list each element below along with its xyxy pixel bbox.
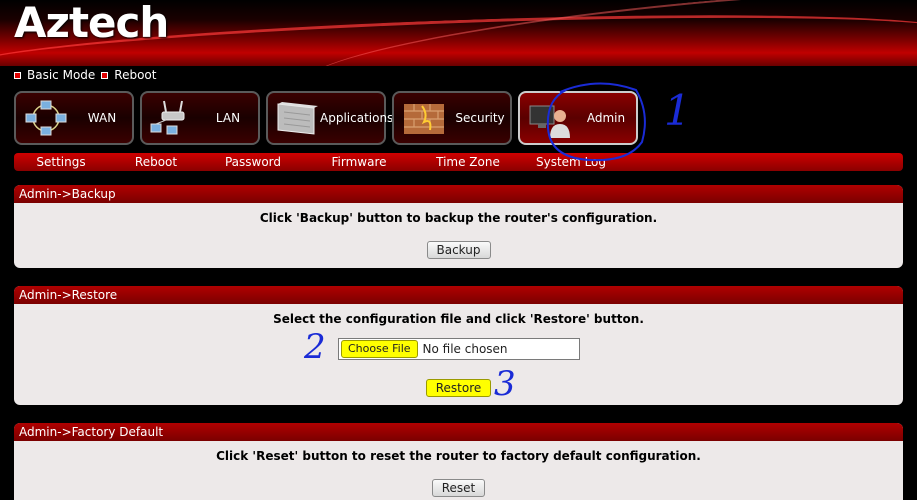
config-file-input[interactable]: Choose File No file chosen bbox=[338, 338, 580, 360]
header-banner: Aztech bbox=[0, 0, 917, 66]
basic-mode-link[interactable]: Basic Mode bbox=[14, 68, 95, 82]
subnav-firmware[interactable]: Firmware bbox=[302, 155, 416, 169]
tab-wan-label: WAN bbox=[87, 111, 117, 125]
tab-lan[interactable]: LAN bbox=[140, 91, 260, 145]
tab-wan[interactable]: WAN bbox=[14, 91, 134, 145]
reset-button[interactable]: Reset bbox=[431, 479, 486, 497]
applications-icon bbox=[272, 96, 320, 140]
tab-security-label: Security bbox=[455, 111, 505, 125]
bullet-icon bbox=[101, 71, 109, 79]
annotation-circle bbox=[546, 82, 646, 162]
reboot-link[interactable]: Reboot bbox=[101, 68, 156, 82]
subnav-settings[interactable]: Settings bbox=[14, 155, 108, 169]
restore-message: Select the configuration file and click … bbox=[273, 312, 644, 326]
tab-applications-label: Applications bbox=[320, 111, 394, 125]
backup-message: Click 'Backup' button to backup the rout… bbox=[259, 211, 658, 225]
wan-network-icon bbox=[20, 96, 72, 140]
basic-mode-label: Basic Mode bbox=[27, 68, 96, 82]
quick-links: Basic Mode Reboot bbox=[14, 67, 156, 83]
tab-security[interactable]: Security bbox=[392, 91, 512, 145]
brand-logo: Aztech bbox=[14, 0, 169, 47]
annotation-1: 1 bbox=[664, 86, 691, 135]
file-status: No file chosen bbox=[422, 342, 508, 356]
subnav-password[interactable]: Password bbox=[204, 155, 302, 169]
reboot-label: Reboot bbox=[114, 68, 157, 82]
factory-panel-title: Admin->Factory Default bbox=[14, 423, 903, 441]
backup-button[interactable]: Backup bbox=[426, 241, 491, 259]
bullet-icon bbox=[14, 71, 21, 79]
tab-applications[interactable]: Applications bbox=[266, 91, 393, 145]
factory-default-panel: Admin->Factory Default Click 'Reset' but… bbox=[14, 423, 903, 500]
lan-router-icon bbox=[146, 96, 198, 140]
restore-button[interactable]: Restore bbox=[425, 379, 492, 397]
factory-message: Click 'Reset' button to reset the router… bbox=[216, 449, 701, 463]
annotation-3: 3 bbox=[494, 364, 516, 404]
subnav-time-zone[interactable]: Time Zone bbox=[416, 155, 520, 169]
firewall-icon bbox=[398, 96, 450, 140]
annotation-2: 2 bbox=[304, 327, 326, 367]
subnav-reboot[interactable]: Reboot bbox=[108, 155, 204, 169]
backup-panel: Admin->Backup Click 'Backup' button to b… bbox=[14, 185, 903, 268]
restore-panel: Admin->Restore Select the configuration … bbox=[14, 286, 903, 405]
choose-file-button[interactable]: Choose File bbox=[341, 340, 418, 358]
restore-panel-title: Admin->Restore bbox=[14, 286, 903, 304]
backup-panel-title: Admin->Backup bbox=[14, 185, 903, 203]
admin-subnav: Settings Reboot Password Firmware Time Z… bbox=[14, 153, 903, 171]
tab-lan-label: LAN bbox=[215, 111, 241, 125]
